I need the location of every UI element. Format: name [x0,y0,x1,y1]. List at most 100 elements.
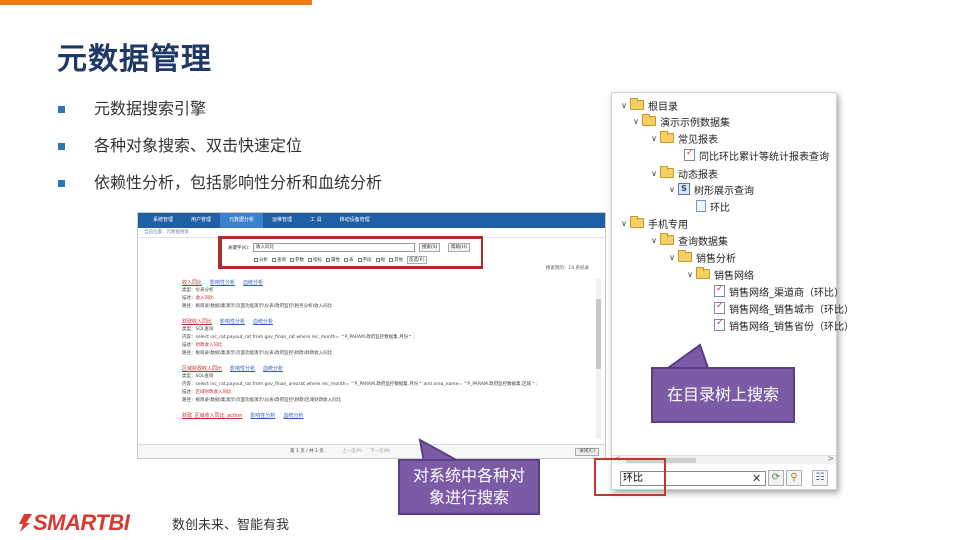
refresh-icon[interactable]: ⟳ [768,470,784,486]
nav-item-mobile[interactable]: 移动设备管理 [331,213,379,228]
close-button[interactable]: 关闭(C) [575,448,599,456]
catalog-tree-panel: ∨根目录∨演示示例数据集∨常见报表同比环比累计等统计报表查询∨动态报表∨S树形展… [611,92,854,490]
tree-node-label: 销售网络 [714,270,754,282]
result-line: 描述：收入同比 [182,296,214,301]
tree-node[interactable]: ∨ 演示示例数据集 [630,113,730,129]
tree-node-label: 销售网络_销售省份（环比） [729,321,854,333]
tree-node-label: 演示示例数据集 [660,117,730,129]
result-line: 内容：select inc_rat,payout_rat from gov_fi… [182,335,415,340]
expand-chevron-icon[interactable]: ∨ [684,270,696,279]
pager-bar: 第 1 页 / 共 1 页 上一页(P) 下一页(N) 关闭(C) [138,444,605,458]
bullet-item: 各种对象搜索、双击快速定位 [58,135,382,172]
impact-analysis-link[interactable]: 影响性分析 [220,319,245,325]
bullet-square-icon [58,180,65,187]
result-item: 区域财政收入同比 影响性分析 血统分析 类型：SQL查询 内容：select inc… [182,365,572,405]
result-item: 财政收入同比 影响性分析 血统分析 类型：SQL查询 内容：select inc_r… [182,318,572,358]
expand-chevron-icon[interactable]: ∨ [618,101,630,110]
result-item: 收入同比 影响性分析 血统分析 类型：仪表分析 描述：收入同比 路径：根目录\数据\… [182,279,572,311]
result-title-link[interactable]: 财政_区域收入同比_action [182,413,242,419]
scrollbar-thumb[interactable] [596,299,601,369]
tree-node-label: 常见报表 [678,134,718,146]
results-scrollbar[interactable] [596,279,601,439]
tree-node[interactable]: ∨ 常见报表 [648,130,718,146]
expand-chevron-icon[interactable]: ∨ [648,236,660,245]
bullet-text: 依赖性分析，包括影响性分析和血统分析 [94,173,383,192]
folder-icon [660,233,674,245]
tree-node-label: 查询数据集 [678,236,728,248]
search-highlight-box [218,236,483,269]
tree-node[interactable]: ∨ 手机专用 [618,215,688,231]
expand-chevron-icon[interactable]: ∨ [666,185,678,194]
tree-node-label: 销售网络_渠道商（环比） [729,287,844,299]
folder-icon [630,98,644,110]
impact-analysis-link[interactable]: 影响性分析 [250,413,275,419]
result-line: 类型：仪表分析 [182,288,214,293]
expand-chevron-icon[interactable]: ∨ [666,253,678,262]
result-title-link[interactable]: 收入同比 [182,280,202,286]
report-icon [714,318,725,331]
tree-node-label: 动态报表 [678,169,718,181]
lineage-analysis-link[interactable]: 血统分析 [253,319,273,325]
result-title-link[interactable]: 财政收入同比 [182,319,212,325]
impact-analysis-link[interactable]: 影响性分析 [230,366,255,372]
tree-node-label: 环比 [710,202,730,214]
bullet-item: 依赖性分析，包括影响性分析和血统分析 [58,172,382,209]
top-nav: 系统管理 用户管理 元数据分析 运维管理 工 具 移动设备管理 [138,213,605,228]
tree-node[interactable]: 同比环比累计等统计报表查询 [672,147,829,163]
expand-chevron-icon[interactable]: ∨ [630,117,642,126]
nav-item-ops[interactable]: 运维管理 [263,213,301,228]
result-list: 收入同比 影响性分析 血统分析 类型：仪表分析 描述：收入同比 路径：根目录\数据\… [182,279,572,427]
tree-node[interactable]: 销售网络_渠道商（环比） [702,283,844,299]
folder-icon [660,131,674,143]
result-title-link[interactable]: 区域财政收入同比 [182,366,222,372]
footer-slogan: 数创未来、智能有我 [172,518,290,533]
bullet-text: 元数据搜索引擎 [94,99,207,118]
tree-node[interactable]: ∨ 查询数据集 [648,232,728,248]
result-line: 路径：根目录\数据\集演示\页面功能演示\仪表\政府监控\税务分析\收入同比 [182,304,333,309]
result-line: 路径：根目录\数据\集演示\页面功能演示\仪表\政府监控\财政\区域财政收入同比 [182,398,342,403]
tree-node[interactable]: ∨ 根目录 [618,97,678,113]
bullet-square-icon [58,143,65,150]
expand-chevron-icon[interactable]: ∨ [648,169,660,178]
folder-icon [642,114,656,126]
tree-node[interactable]: ∨ 销售分析 [666,249,736,265]
tree-node[interactable]: ∨ 动态报表 [648,165,718,181]
lineage-analysis-link[interactable]: 血统分析 [263,366,283,372]
expand-chevron-icon[interactable]: ∨ [618,219,630,228]
tree-options-icon[interactable]: ☷ [812,470,828,486]
report-icon [714,301,725,314]
page-indicator: 第 1 页 / 共 1 页 [290,449,324,454]
prev-page-button[interactable]: 上一页(P) [342,445,362,458]
result-line: 描述：财政收入同比 [182,343,223,348]
search-icon[interactable]: ⚲ [786,470,802,486]
impact-analysis-link[interactable]: 影响性分析 [210,280,235,286]
nav-item-users[interactable]: 用户管理 [182,213,220,228]
bullet-text: 各种对象搜索、双击快速定位 [94,136,303,155]
tree-node-label: 销售网络_销售城市（环比） [729,304,854,316]
smartbi-logo: SMARTBI [18,510,130,536]
lineage-analysis-link[interactable]: 血统分析 [283,413,303,419]
nav-item-tools[interactable]: 工 具 [301,213,331,228]
tree-node[interactable]: ∨ 销售网络 [684,266,754,282]
folder-icon [678,250,692,262]
lineage-analysis-link[interactable]: 血统分析 [243,280,263,286]
report-icon [714,284,725,297]
tree-node[interactable]: ∨ S 树形展示查询 [666,181,754,197]
clear-icon[interactable]: ✕ [752,471,761,486]
next-page-button[interactable]: 下一页(N) [370,445,390,458]
nav-item-metadata[interactable]: 元数据分析 [220,213,264,228]
result-line: 内容：select inc_rat,payout_rat from gov_fi… [182,382,538,387]
top-accent-bar [0,0,312,5]
tree-node[interactable]: 销售网络_销售省份（环比） [702,317,854,333]
result-line: 描述：区域财政收入同比 [182,390,232,395]
callout-tree-search: 在目录树上搜索 [651,367,795,423]
logo-mark-icon [19,514,32,532]
expand-chevron-icon[interactable]: ∨ [648,134,660,143]
folder-icon [660,166,674,178]
tree-search-highlight-box [594,458,666,496]
scroll-right-icon[interactable]: > [827,454,834,463]
nav-item-system[interactable]: 系统管理 [144,213,182,228]
tree-node-label: 销售分析 [696,253,736,265]
tree-node[interactable]: 销售网络_销售城市（环比） [702,300,854,316]
tree-node[interactable]: 环比 [684,198,730,214]
